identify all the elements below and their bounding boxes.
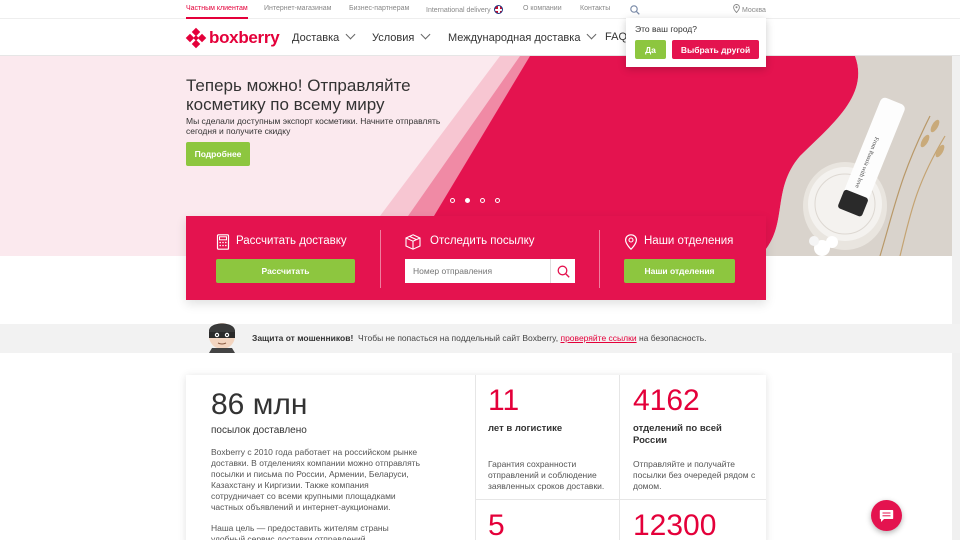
- fraud-warning-banner: Защита от мошенников! Чтобы не попасться…: [0, 323, 960, 353]
- fraud-warning-bold: Защита от мошенников!: [252, 333, 354, 343]
- topnav-about[interactable]: О компании: [523, 5, 562, 12]
- chevron-down-icon: [345, 29, 356, 40]
- slider-dot-active[interactable]: [465, 198, 470, 203]
- uk-flag-icon: [493, 5, 503, 14]
- nav-delivery-label: Доставка: [292, 32, 340, 44]
- chevron-down-icon: [587, 29, 597, 40]
- location-pin-icon: [624, 234, 638, 250]
- stat-offices-label: отделений по всей России: [633, 423, 722, 446]
- stat-years-number: 11: [488, 384, 520, 417]
- thief-mascot-icon: [209, 323, 235, 353]
- city-selector[interactable]: Москва: [733, 4, 766, 14]
- offices-title: Наши отделения: [644, 235, 734, 247]
- fraud-warning-text: Защита от мошенников! Чтобы не попасться…: [252, 333, 707, 343]
- search-icon[interactable]: [630, 5, 640, 15]
- city-confirm-popup: Это ваш город? Да Выбрать другой: [626, 18, 766, 67]
- nav-delivery[interactable]: Доставка: [292, 29, 356, 44]
- topnav-online-stores[interactable]: Интернет-магазинам: [264, 5, 331, 12]
- stat-parcels-description-2: Наша цель — предоставить жителям страны …: [211, 523, 389, 540]
- track-title: Отследить посылку: [430, 235, 535, 247]
- slider-dot[interactable]: [480, 198, 485, 203]
- hero-more-button[interactable]: Подробнее: [186, 142, 250, 166]
- divider: [475, 499, 766, 500]
- chat-button[interactable]: [871, 500, 902, 531]
- stat-points-number: 12300: [633, 509, 717, 540]
- divider: [599, 230, 600, 288]
- stat-parcels-number: 86 млн: [211, 388, 308, 421]
- action-panel: Рассчитать доставку Рассчитать Отследить…: [186, 216, 766, 300]
- city-yes-button[interactable]: Да: [635, 40, 666, 59]
- check-links-link[interactable]: проверяйте ссылки: [560, 333, 636, 343]
- chat-bubble-icon: [879, 509, 894, 522]
- logo-text: boxberry: [209, 28, 280, 47]
- topnav-international-delivery[interactable]: International delivery: [426, 5, 503, 14]
- divider: [619, 375, 620, 540]
- stat-years-description: Гарантия сохранности отправлений и соблю…: [488, 459, 605, 491]
- track-search-button[interactable]: [550, 259, 575, 283]
- stat-parcels-description: Boxberry с 2010 года работает на российс…: [211, 447, 421, 512]
- stat-parcels-label: посылок доставлено: [211, 425, 307, 436]
- city-name: Москва: [741, 7, 766, 14]
- stat-offices-number: 4162: [633, 384, 700, 417]
- topnav-international-label: International delivery: [426, 7, 491, 14]
- main-header: boxberry Доставка Условия Международная …: [0, 20, 960, 56]
- search-icon: [557, 265, 570, 278]
- topnav-business-partners[interactable]: Бизнес-партнерам: [349, 5, 409, 12]
- slider-dot[interactable]: [495, 198, 500, 203]
- slider-dots: [450, 198, 500, 203]
- calculate-button[interactable]: Рассчитать: [216, 259, 355, 283]
- stat-years-label: лет в логистике: [488, 423, 563, 434]
- divider: [475, 375, 476, 540]
- stat-countries-number: 5: [488, 509, 505, 540]
- stats-section: 86 млн посылок доставлено Boxberry с 201…: [186, 375, 766, 540]
- calc-title: Рассчитать доставку: [236, 235, 347, 247]
- hero-subtitle: Мы сделали доступным экспорт косметики. …: [186, 116, 441, 136]
- calculator-icon: [216, 234, 230, 250]
- city-choose-other-button[interactable]: Выбрать другой: [672, 40, 759, 59]
- city-question: Это ваш город?: [635, 24, 697, 34]
- chevron-down-icon: [420, 29, 431, 40]
- offices-button[interactable]: Наши отделения: [624, 259, 735, 283]
- slider-dot[interactable]: [450, 198, 455, 203]
- fraud-warning-body: Чтобы не попасться на поддельный сайт Bo…: [358, 333, 559, 343]
- hero-title: Теперь можно! Отправляйте косметику по в…: [186, 76, 411, 114]
- location-pin-icon: [733, 4, 740, 14]
- package-icon: [405, 234, 421, 250]
- boxberry-logo[interactable]: boxberry: [185, 27, 280, 49]
- page: Частным клиентам Интернет-магазинам Бизн…: [0, 0, 960, 540]
- topnav-private-clients[interactable]: Частным клиентам: [186, 5, 248, 19]
- nav-international-label: Международная доставка: [448, 32, 581, 44]
- nav-faq[interactable]: FAQ: [605, 31, 627, 43]
- divider: [380, 230, 381, 288]
- nav-international[interactable]: Международная доставка: [448, 29, 597, 44]
- logo-mark-icon: [185, 27, 207, 49]
- topnav-contacts[interactable]: Контакты: [580, 5, 610, 12]
- tracking-number-input[interactable]: [405, 259, 551, 283]
- nav-conditions[interactable]: Условия: [372, 29, 431, 44]
- scrollbar[interactable]: [952, 56, 960, 540]
- top-nav: Частным клиентам Интернет-магазинам Бизн…: [0, 0, 960, 19]
- stat-offices-description: Отправляйте и получайте посылки без очер…: [633, 459, 756, 491]
- fraud-warning-tail: на безопасность.: [638, 333, 707, 343]
- nav-conditions-label: Условия: [372, 32, 415, 44]
